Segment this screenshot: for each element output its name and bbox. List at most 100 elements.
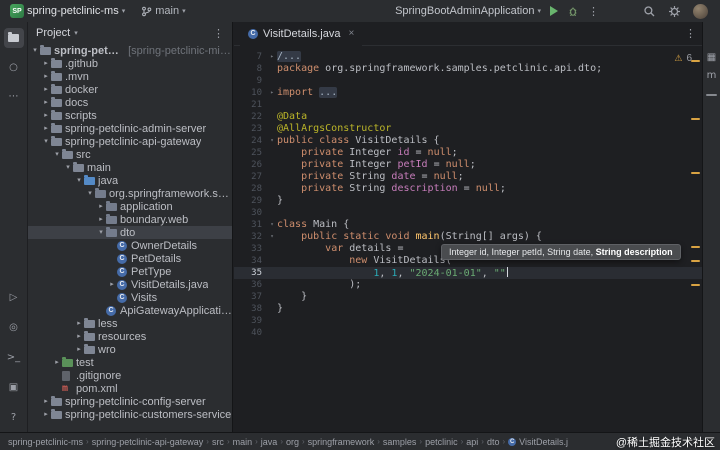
- tree-item[interactable]: PetType: [28, 265, 232, 278]
- tree-item[interactable]: ▸ boundary.web: [28, 213, 232, 226]
- debug-button[interactable]: [567, 5, 579, 17]
- tree-item[interactable]: ▸ resources: [28, 330, 232, 343]
- breadcrumb-item[interactable]: VisitDetails.java: [508, 437, 568, 447]
- fold-marker-icon[interactable]: ▸: [267, 87, 277, 99]
- tree-item[interactable]: Visits: [28, 291, 232, 304]
- editor-tab[interactable]: VisitDetails.java ×: [240, 22, 363, 46]
- maven-icon[interactable]: m: [703, 70, 720, 81]
- tree-item[interactable]: ▾ src: [28, 148, 232, 161]
- code-line[interactable]: 9: [234, 75, 702, 87]
- tree-item[interactable]: ▸ scripts: [28, 109, 232, 122]
- code-line[interactable]: 8 package org.springframework.samples.pet…: [234, 63, 702, 75]
- tree-item[interactable]: ▸ docker: [28, 83, 232, 96]
- tree-item[interactable]: ApiGatewayApplication: [28, 304, 232, 317]
- chevron-right-icon[interactable]: ▸: [41, 109, 51, 122]
- chevron-right-icon[interactable]: ▸: [41, 83, 51, 96]
- code-line[interactable]: 36 );: [234, 279, 702, 291]
- project-widget[interactable]: SP spring-petclinic-ms ▾: [10, 4, 125, 18]
- fold-marker-icon[interactable]: ▾: [267, 135, 277, 147]
- chevron-right-icon[interactable]: ▸: [41, 70, 51, 83]
- breadcrumb-item[interactable]: samples: [383, 437, 417, 447]
- more-actions-button[interactable]: ⋮: [588, 5, 599, 18]
- tab-options-icon[interactable]: ⋮: [685, 27, 696, 40]
- tree-item[interactable]: ▸ .github: [28, 57, 232, 70]
- chevron-right-icon[interactable]: ▸: [74, 317, 84, 330]
- code-line[interactable]: 24 ▾ public class VisitDetails {: [234, 135, 702, 147]
- fold-marker-icon[interactable]: ▸: [267, 51, 277, 63]
- terminal-icon[interactable]: >_: [4, 347, 24, 367]
- code-line[interactable]: 27 private String date = null;: [234, 171, 702, 183]
- project-icon[interactable]: [3, 28, 24, 48]
- code-line[interactable]: 40: [234, 327, 702, 339]
- tree-item[interactable]: ▾ spring-petclinic-ms [spring-petclinic-mi…: [28, 44, 232, 57]
- fold-marker-icon[interactable]: ▾: [267, 219, 277, 231]
- chevron-right-icon[interactable]: ▸: [96, 200, 106, 213]
- run-configuration-selector[interactable]: SpringBootAdminApplication ▾: [395, 5, 541, 17]
- services-icon[interactable]: ◎: [4, 317, 24, 337]
- tree-item[interactable]: ▾ main: [28, 161, 232, 174]
- structure-icon[interactable]: ▣: [4, 377, 24, 397]
- code-line[interactable]: 29}: [234, 195, 702, 207]
- chevron-right-icon[interactable]: ▸: [41, 122, 51, 135]
- chevron-down-icon[interactable]: ▾: [85, 187, 95, 200]
- editor-pane[interactable]: VisitDetails.java × ⋮ 7▸/...8package org…: [234, 22, 702, 432]
- chevron-right-icon[interactable]: ▸: [74, 330, 84, 343]
- fold-marker-icon[interactable]: ▾: [267, 231, 277, 243]
- code-line[interactable]: 35 1, 1, "2024-01-01", "": [234, 267, 702, 279]
- chevron-down-icon[interactable]: ▾: [63, 161, 73, 174]
- search-icon[interactable]: [643, 5, 656, 18]
- code-line[interactable]: 38}: [234, 303, 702, 315]
- chevron-down-icon[interactable]: ▾: [52, 148, 62, 161]
- vcs-branch-widget[interactable]: main ▾: [141, 5, 186, 17]
- code-line[interactable]: 22 @Data: [234, 111, 702, 123]
- breadcrumb-item[interactable]: main: [233, 437, 253, 447]
- breadcrumb-item[interactable]: java: [261, 437, 278, 447]
- run-icon[interactable]: ▷: [4, 287, 24, 307]
- breadcrumb-item[interactable]: api: [466, 437, 478, 447]
- tree-item[interactable]: ▾ dto: [28, 226, 232, 239]
- tree-item[interactable]: ▸ test: [28, 356, 232, 369]
- run-button[interactable]: [550, 6, 558, 16]
- tree-item[interactable]: ▸ spring-petclinic-customers-service: [28, 408, 232, 421]
- code-line[interactable]: 23 @AllArgsConstructor: [234, 123, 702, 135]
- breadcrumb-item[interactable]: spring-petclinic-api-gateway: [92, 437, 204, 447]
- chevron-down-icon[interactable]: ▾: [96, 226, 106, 239]
- notifications-icon[interactable]: ▦: [703, 52, 720, 63]
- code-line[interactable]: 37 }: [234, 291, 702, 303]
- code-line[interactable]: 31 ▾ class Main {: [234, 219, 702, 231]
- settings-gear-icon[interactable]: [668, 5, 681, 18]
- chevron-right-icon[interactable]: ▸: [107, 278, 117, 291]
- close-icon[interactable]: ×: [348, 28, 354, 39]
- code-line[interactable]: 30: [234, 207, 702, 219]
- tree-item[interactable]: ▸ wro: [28, 343, 232, 356]
- chevron-down-icon[interactable]: ▾: [30, 44, 40, 57]
- chevron-down-icon[interactable]: ▾: [41, 135, 51, 148]
- breadcrumb-item[interactable]: src: [212, 437, 224, 447]
- user-avatar[interactable]: [693, 3, 708, 19]
- inspections-widget[interactable]: ⚠ 6: [674, 53, 692, 64]
- tree-item[interactable]: ▸ .mvn: [28, 70, 232, 83]
- tree-item[interactable]: ▸ docs: [28, 96, 232, 109]
- chevron-right-icon[interactable]: ▸: [52, 356, 62, 369]
- breadcrumb-item[interactable]: spring-petclinic-ms: [8, 437, 83, 447]
- tree-item[interactable]: .gitignore: [28, 369, 232, 382]
- chevron-down-icon[interactable]: ▾: [74, 174, 84, 187]
- code-line[interactable]: 7 ▸/...: [234, 51, 702, 63]
- code-line[interactable]: 10 ▸ import ...: [234, 87, 702, 99]
- code-line[interactable]: 21: [234, 99, 702, 111]
- code-line[interactable]: 39: [234, 315, 702, 327]
- chevron-right-icon[interactable]: ▸: [41, 395, 51, 408]
- chevron-right-icon[interactable]: ▸: [41, 96, 51, 109]
- chevron-right-icon[interactable]: ▸: [74, 343, 84, 356]
- chevron-right-icon[interactable]: ▸: [41, 57, 51, 70]
- code-line[interactable]: 26 private Integer petId = null;: [234, 159, 702, 171]
- panel-options-icon[interactable]: ⋮: [213, 27, 224, 40]
- code-line[interactable]: 25 private Integer id = null;: [234, 147, 702, 159]
- breadcrumb-item[interactable]: petclinic: [425, 437, 458, 447]
- breadcrumb-item[interactable]: org: [286, 437, 299, 447]
- help-icon[interactable]: ?: [4, 407, 24, 427]
- tree-item[interactable]: ▸ less: [28, 317, 232, 330]
- chevron-right-icon[interactable]: ▸: [96, 213, 106, 226]
- code-line[interactable]: 28 private String description = null;: [234, 183, 702, 195]
- tree-item[interactable]: ▸ application: [28, 200, 232, 213]
